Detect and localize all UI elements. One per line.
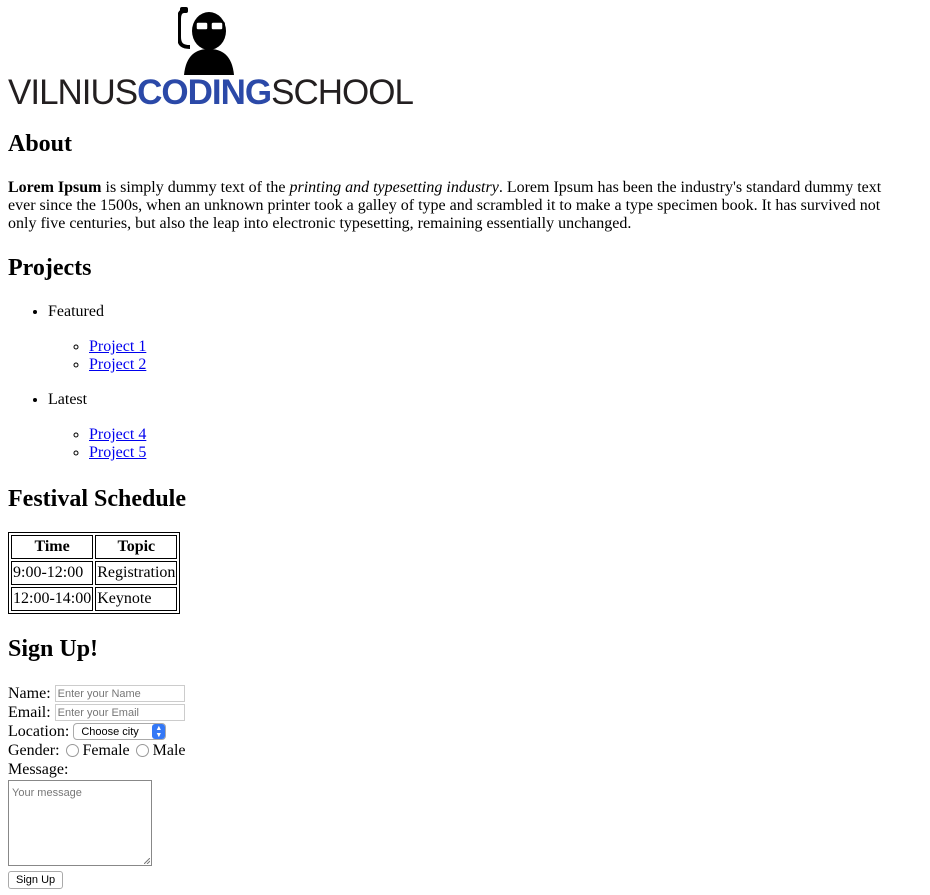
resize-handle-icon[interactable] — [144, 858, 150, 864]
signup-button[interactable]: Sign Up — [8, 871, 64, 889]
chevron-updown-icon: ▲ ▼ — [152, 724, 166, 739]
logo-wordmark: VILNIUSCODINGSCHOOL — [8, 73, 414, 112]
project-sublist: Project 4 Project 5 — [48, 426, 930, 462]
table-row: 9:00-12:00 Registration — [11, 561, 178, 585]
project-group-label: Featured — [48, 303, 104, 320]
column-header: Time — [11, 535, 94, 559]
list-item: Project 1 — [89, 338, 930, 356]
location-selected-value: Choose city — [81, 725, 139, 738]
gender-row: Gender: Female Male — [8, 741, 930, 760]
project-group-label: Latest — [48, 391, 88, 408]
table-cell: 12:00-14:00 — [11, 587, 94, 611]
project-link[interactable]: Project 4 — [89, 426, 146, 443]
list-item: Project 4 — [89, 426, 930, 444]
gender-label: Gender: — [8, 741, 60, 759]
message-textarea[interactable]: Your message — [8, 780, 152, 866]
gender-male-radio[interactable] — [135, 744, 149, 757]
signup-form: Name: Email: Location: Choose city ▲▼ Ge… — [8, 684, 930, 889]
logo-word-3: SCHOOL — [271, 73, 414, 112]
page: VILNIUSCODINGSCHOOL About Lorem Ipsum is… — [0, 7, 930, 889]
message-row: Message: — [8, 760, 930, 779]
gender-female-label: Female — [82, 741, 130, 759]
table-cell: 9:00-12:00 — [11, 561, 94, 585]
gender-male-label: Male — [152, 741, 186, 759]
logo-word-1: VILNIUS — [8, 73, 138, 112]
name-row: Name: — [8, 684, 930, 703]
list-item: Project 2 — [89, 356, 930, 374]
column-header: Topic — [95, 535, 178, 559]
name-label: Name: — [8, 684, 51, 702]
project-link[interactable]: Project 2 — [89, 356, 146, 373]
table-cell: Registration — [95, 561, 178, 585]
about-italic: printing and typesetting industry — [289, 179, 499, 196]
project-link[interactable]: Project 5 — [89, 444, 146, 461]
project-group-latest: Latest Project 4 Project 5 — [48, 391, 930, 462]
location-select[interactable]: Choose city ▲ ▼ — [73, 723, 167, 740]
email-input[interactable] — [54, 704, 185, 721]
project-sublist: Project 1 Project 2 — [48, 338, 930, 374]
logo-word-2: CODING — [137, 73, 272, 112]
table-header-row: Time Topic — [11, 535, 178, 559]
schedule-heading: Festival Schedule — [8, 486, 186, 512]
logo: VILNIUSCODINGSCHOOL — [8, 7, 414, 111]
gender-female-radio[interactable] — [65, 744, 79, 757]
about-text-1: is simply dummy text of the — [101, 179, 290, 196]
location-row: Location: Choose city ▲ ▼ — [8, 722, 930, 741]
project-group-featured: Featured Project 1 Project 2 — [48, 303, 930, 374]
project-link[interactable]: Project 1 — [89, 338, 146, 355]
projects-list: Featured Project 1 Project 2 Latest Proj… — [8, 303, 930, 462]
schedule-table: Time Topic 9:00-12:00 Registration 12:00… — [8, 532, 181, 614]
email-row: Email: — [8, 703, 930, 722]
message-placeholder: Your message — [12, 787, 82, 799]
about-bold: Lorem Ipsum — [8, 179, 102, 196]
ninja-icon — [178, 7, 234, 75]
list-item: Project 5 — [89, 444, 930, 462]
email-label: Email: — [8, 703, 51, 721]
signup-heading: Sign Up! — [8, 636, 99, 662]
projects-heading: Projects — [8, 255, 92, 281]
table-cell: Keynote — [95, 587, 178, 611]
location-label: Location: — [8, 722, 70, 740]
about-heading: About — [8, 131, 73, 157]
message-label: Message: — [8, 760, 69, 778]
name-input[interactable] — [54, 685, 185, 702]
about-paragraph: Lorem Ipsum is simply dummy text of the … — [8, 179, 908, 233]
table-row: 12:00-14:00 Keynote — [11, 587, 178, 611]
